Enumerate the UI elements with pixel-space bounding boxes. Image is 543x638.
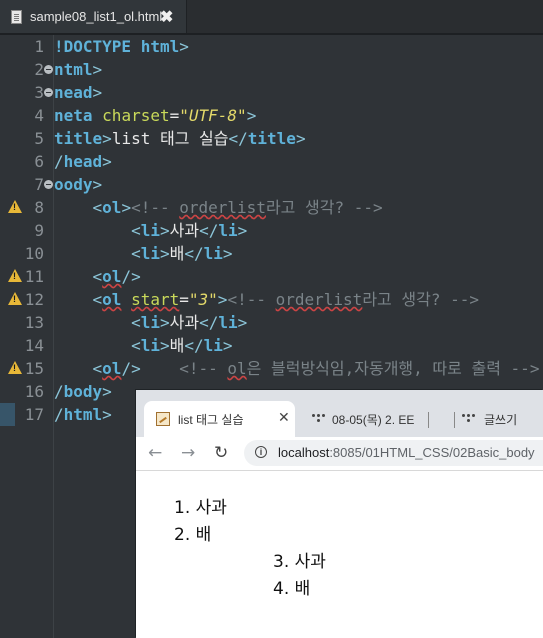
line-number: 6: [34, 152, 44, 171]
code-line[interactable]: 1 !DOCTYPE html>: [0, 35, 543, 58]
code-text: neta charset="UTF-8">: [54, 106, 257, 125]
line-number: 3: [34, 83, 44, 102]
code-line[interactable]: 2 ntml>: [0, 58, 543, 81]
code-text: ntml>: [54, 60, 103, 79]
line-number: 11: [24, 267, 44, 286]
list-item: 2. 배: [174, 525, 212, 545]
editor-tab[interactable]: sample08_list1_ol.html ✖: [0, 0, 187, 33]
line-number: 4: [34, 106, 44, 125]
code-text: !DOCTYPE html>: [54, 37, 189, 56]
code-line[interactable]: 8 <ol><!-- orderlist라고 생각? -->: [0, 196, 543, 219]
app-dots-icon: [462, 414, 475, 426]
browser-toolbar: ← → ↻ i localhost:8085/01HTML_CSS/02Basi…: [136, 437, 543, 471]
browser-window: list 태그 실습 ✕ 08-05(목) 2. EE 글쓰기 ← → ↻ i …: [136, 390, 543, 638]
tab-separator: [428, 412, 429, 428]
code-text: <li>배</li>: [131, 244, 233, 263]
close-tab-icon[interactable]: ✕: [278, 409, 290, 426]
line-number: 13: [24, 313, 44, 332]
fold-collapse-icon[interactable]: [44, 180, 53, 189]
browser-tab-active[interactable]: list 태그 실습 ✕: [144, 401, 295, 437]
code-text: /head>: [54, 152, 112, 171]
code-line[interactable]: 5 title>list 태그 실습</title>: [0, 127, 543, 150]
code-line[interactable]: 7 oody>: [0, 173, 543, 196]
code-line[interactable]: 6/head>: [0, 150, 543, 173]
reload-icon[interactable]: ↻: [214, 443, 228, 463]
app-dots-icon: [312, 414, 325, 426]
line-number: 10: [24, 244, 44, 263]
info-icon[interactable]: i: [255, 446, 267, 458]
page-favicon-icon: [156, 412, 170, 426]
code-line[interactable]: 13 <li>사과</li>: [0, 311, 543, 334]
line-number: 16: [24, 382, 44, 401]
code-line[interactable]: 14 <li>배</li>: [0, 334, 543, 357]
line-number: 14: [24, 336, 44, 355]
back-arrow-icon[interactable]: ←: [148, 443, 162, 463]
line-number: 7: [34, 175, 44, 194]
line-number: 2: [34, 60, 44, 79]
code-line[interactable]: 11 <ol/>: [0, 265, 543, 288]
code-text: /body>: [54, 382, 112, 401]
code-text: <ol/>: [92, 267, 141, 286]
code-line[interactable]: 15 <ol/> <!-- ol은 블럭방식임,자동개행, 따로 출력 -->: [0, 357, 543, 380]
line-number: 8: [34, 198, 44, 217]
code-text: <ol><!-- orderlist라고 생각? -->: [92, 198, 383, 217]
browser-tab-title: list 태그 실습: [178, 413, 244, 427]
url-text[interactable]: localhost:8085/01HTML_CSS/02Basic_body: [278, 445, 535, 460]
code-line[interactable]: 4 neta charset="UTF-8">: [0, 104, 543, 127]
code-text: <ol/> <!-- ol은 블럭방식임,자동개행, 따로 출력 -->: [92, 359, 540, 378]
code-text: <li>배</li>: [131, 336, 233, 355]
code-text: oody>: [54, 175, 103, 194]
code-text: /html>: [54, 405, 112, 424]
line-number: 5: [34, 129, 44, 148]
list-item: 4. 배: [273, 579, 311, 599]
code-line[interactable]: 10 <li>배</li>: [0, 242, 543, 265]
address-bar[interactable]: i localhost:8085/01HTML_CSS/02Basic_body: [244, 440, 543, 466]
fold-collapse-icon[interactable]: [44, 88, 53, 97]
code-text: <ol start="3"><!-- orderlist라고 생각? -->: [92, 290, 479, 309]
browser-tab-title: 글쓰기: [484, 413, 518, 427]
list-item: 3. 사과: [273, 552, 326, 572]
browser-tab-2[interactable]: 08-05(목) 2. EE: [298, 401, 438, 437]
code-text: nead>: [54, 83, 103, 102]
code-line[interactable]: 3 nead>: [0, 81, 543, 104]
code-text: <li>사과</li>: [131, 313, 248, 332]
line-number: 15: [24, 359, 44, 378]
editor-tab-bar: sample08_list1_ol.html ✖: [0, 0, 543, 34]
line-number: 9: [34, 221, 44, 240]
line-number: 17: [24, 405, 44, 424]
current-line-marker: [0, 403, 15, 426]
fold-collapse-icon[interactable]: [44, 65, 53, 74]
rendered-page: 1. 사과 2. 배 3. 사과 4. 배: [136, 471, 543, 638]
browser-tab-title: 08-05(목) 2. EE: [332, 413, 415, 427]
line-number: 12: [24, 290, 44, 309]
code-text: <li>사과</li>: [131, 221, 248, 240]
browser-tab-strip: list 태그 실습 ✕ 08-05(목) 2. EE 글쓰기: [136, 390, 543, 437]
code-line[interactable]: 12 <ol start="3"><!-- orderlist라고 생각? --…: [0, 288, 543, 311]
line-number: 1: [34, 37, 44, 56]
forward-arrow-icon[interactable]: →: [181, 443, 195, 463]
close-tab-icon[interactable]: ✖: [160, 7, 173, 27]
code-line[interactable]: 9 <li>사과</li>: [0, 219, 543, 242]
list-item: 1. 사과: [174, 498, 227, 518]
code-text: title>list 태그 실습</title>: [54, 129, 306, 148]
browser-tab-3[interactable]: 글쓰기: [446, 401, 543, 437]
editor-tab-title: sample08_list1_ol.html: [30, 9, 163, 24]
html-file-icon: [11, 10, 22, 24]
